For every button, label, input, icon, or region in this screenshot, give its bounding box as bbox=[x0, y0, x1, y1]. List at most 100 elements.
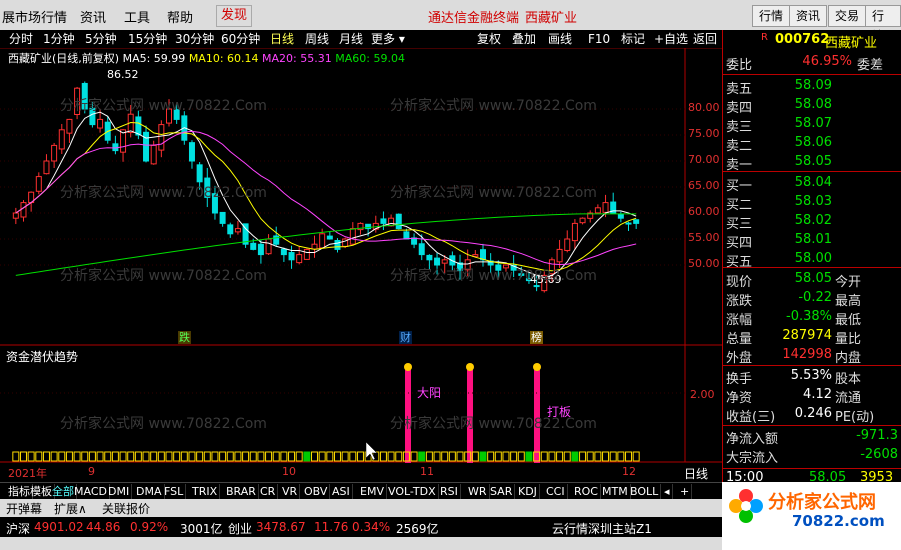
app-title: 通达信金融终端 bbox=[428, 11, 520, 26]
index-change: 11.76 bbox=[314, 520, 349, 534]
related-quote-button[interactable]: 关联报价 bbox=[102, 500, 150, 517]
watermark: 分析家公式网 www.70822.Com bbox=[390, 268, 597, 284]
candle-body bbox=[58, 129, 65, 150]
btn-quotes-2[interactable]: 行情 bbox=[865, 5, 901, 43]
indicator-tab[interactable]: TRIX bbox=[190, 484, 221, 499]
quote-row: 涨跌 -0.22 最高 bbox=[723, 290, 901, 309]
stock-code: 000762 bbox=[775, 32, 830, 47]
candle-body bbox=[426, 254, 433, 261]
trend-marker bbox=[50, 451, 58, 462]
trend-marker bbox=[226, 451, 234, 462]
quote-label: 净流入额 bbox=[726, 432, 779, 447]
indicator-tab[interactable]: BRAR bbox=[224, 484, 259, 499]
quote-value: 58.06 bbox=[794, 135, 832, 150]
quote-row: 卖四 58.08 bbox=[723, 97, 901, 116]
btn-quotes[interactable]: 行情 bbox=[752, 5, 791, 27]
quote-value: 58.00 bbox=[794, 251, 832, 266]
stock-name: 西藏矿业 bbox=[825, 36, 878, 51]
indicator-tab[interactable]: ◂ bbox=[662, 484, 673, 499]
trend-marker bbox=[479, 451, 487, 462]
indicator-tab[interactable]: VOL-TDX bbox=[386, 484, 439, 499]
trend-marker bbox=[142, 451, 150, 462]
indicator-tab[interactable]: FSL bbox=[162, 484, 187, 499]
btn-news[interactable]: 资讯 bbox=[789, 5, 828, 27]
candle-body bbox=[395, 213, 402, 230]
indicator-tab[interactable]: RSI bbox=[438, 484, 461, 499]
trend-marker bbox=[356, 451, 364, 462]
quote-row: 换手 5.53% 股本 bbox=[723, 368, 901, 387]
quote-value: 287974 bbox=[782, 328, 832, 343]
quote-value: -0.22 bbox=[798, 290, 832, 305]
watermark: 分析家公式网 www.70822.Com bbox=[60, 416, 267, 432]
trend-marker bbox=[341, 451, 349, 462]
danmu-button[interactable]: 开弹幕 bbox=[6, 500, 42, 517]
menu-help[interactable]: 帮助 bbox=[167, 7, 193, 26]
indicator-tab[interactable]: BOLL bbox=[628, 484, 662, 499]
event-badge[interactable]: 跌 bbox=[178, 331, 191, 344]
menu-news[interactable]: 资讯 bbox=[80, 7, 106, 26]
indicator-tab[interactable]: DMA bbox=[134, 484, 165, 499]
event-badge[interactable]: 财 bbox=[399, 331, 412, 344]
candle-body bbox=[97, 118, 104, 129]
indicator-tab[interactable]: WR bbox=[466, 484, 490, 499]
indicator-tab[interactable]: EMV bbox=[358, 484, 387, 499]
trend-marker bbox=[410, 451, 418, 462]
trend-marker bbox=[502, 451, 510, 462]
indicator-tab[interactable]: SAR bbox=[488, 484, 516, 499]
trend-marker bbox=[134, 451, 142, 462]
menu-tools[interactable]: 工具 bbox=[124, 7, 150, 26]
quote-value: 58.07 bbox=[794, 116, 832, 131]
indicator-tab[interactable]: CCI bbox=[544, 484, 568, 499]
watermark: 分析家公式网 www.70822.Com bbox=[390, 185, 597, 201]
trend-marker bbox=[203, 451, 211, 462]
indicator-tab[interactable]: KDJ bbox=[516, 484, 540, 499]
window-stock-name: 西藏矿业 bbox=[525, 11, 578, 26]
btn-trade[interactable]: 交易 bbox=[828, 5, 867, 27]
candle-body bbox=[158, 124, 165, 151]
event-badge[interactable]: 榜 bbox=[530, 331, 543, 344]
candle-body bbox=[602, 202, 609, 213]
kline-chart-area[interactable]: 分时 1分钟 5分钟 15分钟 30分钟 60分钟 日线 周线 月线 更多 ▾ … bbox=[0, 30, 722, 482]
indicator-tab[interactable]: OBV bbox=[302, 484, 331, 499]
indicator-tab[interactable]: ASI bbox=[330, 484, 353, 499]
candle-body bbox=[12, 212, 19, 219]
indicator-tab[interactable]: DMI bbox=[106, 484, 133, 499]
candle-body bbox=[227, 224, 234, 235]
index-value: 4901.02 bbox=[34, 520, 84, 534]
quote-value: -2608 bbox=[860, 447, 898, 462]
mouse-cursor-icon bbox=[365, 441, 378, 461]
quote-label-2: 今开 bbox=[835, 275, 862, 290]
index-label: 沪深 bbox=[6, 522, 31, 536]
candle-body bbox=[280, 248, 287, 256]
server-status[interactable]: 云行情深圳主站Z1 bbox=[552, 520, 652, 537]
trend-marker bbox=[180, 451, 188, 462]
candle-body bbox=[35, 176, 42, 192]
candle-body bbox=[403, 231, 410, 240]
price-tick: 80.00 bbox=[688, 101, 720, 114]
indicator-tab[interactable]: + bbox=[678, 484, 693, 499]
menu-market[interactable]: 展市场行情 bbox=[2, 7, 67, 26]
expand-button[interactable]: 扩展∧ bbox=[54, 500, 87, 517]
trend-marker bbox=[73, 451, 81, 462]
candle-body bbox=[43, 160, 50, 175]
menu-discover[interactable]: 发现 bbox=[216, 5, 253, 27]
trend-marker bbox=[288, 451, 296, 462]
quote-label: 现价 bbox=[726, 275, 753, 290]
indicator-tab[interactable]: MACD bbox=[72, 484, 110, 499]
indicator-tab[interactable]: CR bbox=[258, 484, 279, 499]
indicator-tab[interactable]: VR bbox=[280, 484, 301, 499]
trend-marker bbox=[487, 451, 495, 462]
quote-label: 换手 bbox=[726, 372, 753, 387]
trend-marker bbox=[418, 451, 426, 462]
indicator-tab[interactable]: ROC bbox=[572, 484, 601, 499]
candle-body bbox=[196, 164, 203, 183]
trend-marker bbox=[127, 451, 135, 462]
date-label: 11 bbox=[420, 465, 434, 478]
candle-body bbox=[250, 242, 257, 250]
quote-label: 卖二 bbox=[726, 139, 753, 154]
trend-marker bbox=[257, 451, 265, 462]
indicator-tab[interactable]: MTM bbox=[600, 484, 631, 499]
candle-body bbox=[571, 222, 578, 242]
trend-marker bbox=[602, 451, 610, 462]
trend-marker bbox=[609, 451, 617, 462]
